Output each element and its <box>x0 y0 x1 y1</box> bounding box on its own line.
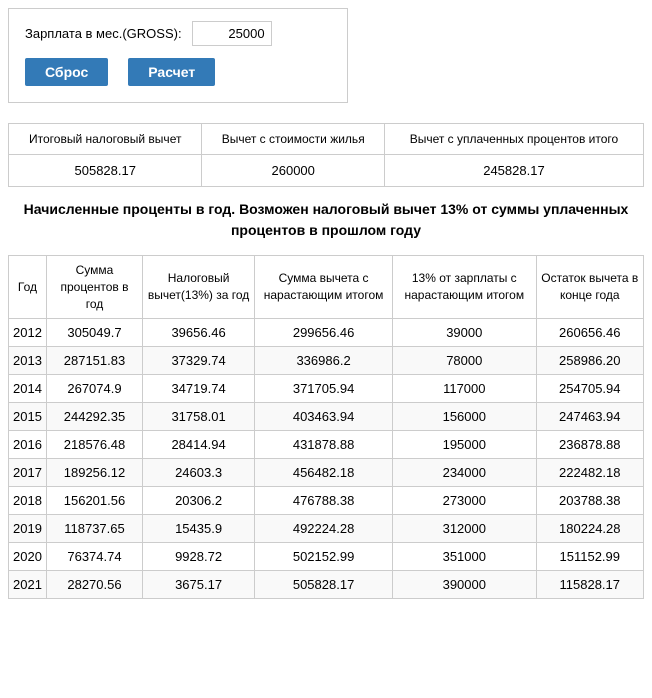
btn-row: Сброс Расчет <box>25 58 331 86</box>
table-row: 2015244292.3531758.01403463.941560002474… <box>9 403 644 431</box>
table-cell: 305049.7 <box>46 319 142 347</box>
table-cell: 156201.56 <box>46 487 142 515</box>
salary-label: Зарплата в мес.(GROSS): <box>25 26 182 41</box>
summary-data-row: 505828.17 260000 245828.17 <box>9 155 644 187</box>
table-cell: 502152.99 <box>255 543 393 571</box>
table-cell: 2019 <box>9 515 47 543</box>
table-cell: 371705.94 <box>255 375 393 403</box>
table-cell: 156000 <box>393 403 537 431</box>
table-cell: 180224.28 <box>536 515 643 543</box>
salary-row: Зарплата в мес.(GROSS): <box>25 21 331 46</box>
main-table: Год Сумма процентов в год Налоговый выче… <box>8 255 644 599</box>
col-header-sum-percent: Сумма процентов в год <box>46 256 142 319</box>
table-row: 2012305049.739656.46299656.4639000260656… <box>9 319 644 347</box>
summary-value-2: 260000 <box>202 155 384 187</box>
table-cell: 236878.88 <box>536 431 643 459</box>
top-section: Зарплата в мес.(GROSS): Сброс Расчет <box>8 8 348 103</box>
table-cell: 247463.94 <box>536 403 643 431</box>
table-cell: 115828.17 <box>536 571 643 599</box>
table-cell: 299656.46 <box>255 319 393 347</box>
table-cell: 476788.38 <box>255 487 393 515</box>
table-cell: 24603.3 <box>143 459 255 487</box>
table-cell: 258986.20 <box>536 347 643 375</box>
table-row: 2013287151.8337329.74336986.278000258986… <box>9 347 644 375</box>
table-cell: 39000 <box>393 319 537 347</box>
table-row: 2017189256.1224603.3456482.1823400022248… <box>9 459 644 487</box>
table-cell: 273000 <box>393 487 537 515</box>
table-cell: 78000 <box>393 347 537 375</box>
salary-input[interactable] <box>192 21 272 46</box>
table-cell: 28270.56 <box>46 571 142 599</box>
table-cell: 244292.35 <box>46 403 142 431</box>
table-cell: 118737.65 <box>46 515 142 543</box>
table-cell: 351000 <box>393 543 537 571</box>
table-cell: 9928.72 <box>143 543 255 571</box>
table-cell: 34719.74 <box>143 375 255 403</box>
calc-button[interactable]: Расчет <box>128 58 215 86</box>
table-row: 2016218576.4828414.94431878.881950002368… <box>9 431 644 459</box>
col-header-13pct-salary: 13% от зарплаты с нарастающим итогом <box>393 256 537 319</box>
table-cell: 3675.17 <box>143 571 255 599</box>
summary-header-row: Итоговый налоговый вычет Вычет с стоимос… <box>9 124 644 155</box>
reset-button[interactable]: Сброс <box>25 58 108 86</box>
table-cell: 189256.12 <box>46 459 142 487</box>
table-cell: 222482.18 <box>536 459 643 487</box>
summary-header-2: Вычет с стоимости жилья <box>202 124 384 155</box>
table-cell: 390000 <box>393 571 537 599</box>
col-header-cumul-deduct: Сумма вычета с нарастающим итогом <box>255 256 393 319</box>
summary-value-3: 245828.17 <box>384 155 643 187</box>
summary-value-1: 505828.17 <box>9 155 202 187</box>
table-cell: 2021 <box>9 571 47 599</box>
table-row: 202076374.749928.72502152.99351000151152… <box>9 543 644 571</box>
table-cell: 267074.9 <box>46 375 142 403</box>
table-cell: 2018 <box>9 487 47 515</box>
table-cell: 2020 <box>9 543 47 571</box>
table-cell: 260656.46 <box>536 319 643 347</box>
table-cell: 195000 <box>393 431 537 459</box>
table-cell: 287151.83 <box>46 347 142 375</box>
table-cell: 76374.74 <box>46 543 142 571</box>
summary-table: Итоговый налоговый вычет Вычет с стоимос… <box>8 123 644 187</box>
table-cell: 218576.48 <box>46 431 142 459</box>
table-cell: 2016 <box>9 431 47 459</box>
table-cell: 2014 <box>9 375 47 403</box>
table-cell: 151152.99 <box>536 543 643 571</box>
table-row: 2014267074.934719.74371705.9411700025470… <box>9 375 644 403</box>
table-cell: 456482.18 <box>255 459 393 487</box>
table-cell: 20306.2 <box>143 487 255 515</box>
main-header-row: Год Сумма процентов в год Налоговый выче… <box>9 256 644 319</box>
table-cell: 203788.38 <box>536 487 643 515</box>
table-cell: 2017 <box>9 459 47 487</box>
col-header-year: Год <box>9 256 47 319</box>
col-header-remainder: Остаток вычета в конце года <box>536 256 643 319</box>
table-cell: 37329.74 <box>143 347 255 375</box>
summary-header-3: Вычет с уплаченных процентов итого <box>384 124 643 155</box>
table-cell: 234000 <box>393 459 537 487</box>
table-row: 2019118737.6515435.9492224.2831200018022… <box>9 515 644 543</box>
table-cell: 28414.94 <box>143 431 255 459</box>
main-table-body: 2012305049.739656.46299656.4639000260656… <box>9 319 644 599</box>
table-row: 2018156201.5620306.2476788.3827300020378… <box>9 487 644 515</box>
table-cell: 403463.94 <box>255 403 393 431</box>
table-cell: 254705.94 <box>536 375 643 403</box>
table-cell: 39656.46 <box>143 319 255 347</box>
section-title: Начисленные проценты в год. Возможен нал… <box>8 199 644 241</box>
table-cell: 2015 <box>9 403 47 431</box>
col-header-tax-deduct: Налоговый вычет(13%) за год <box>143 256 255 319</box>
table-cell: 2013 <box>9 347 47 375</box>
table-cell: 2012 <box>9 319 47 347</box>
table-cell: 117000 <box>393 375 537 403</box>
table-cell: 312000 <box>393 515 537 543</box>
table-cell: 15435.9 <box>143 515 255 543</box>
table-cell: 492224.28 <box>255 515 393 543</box>
table-row: 202128270.563675.17505828.17390000115828… <box>9 571 644 599</box>
summary-header-1: Итоговый налоговый вычет <box>9 124 202 155</box>
table-cell: 505828.17 <box>255 571 393 599</box>
table-cell: 31758.01 <box>143 403 255 431</box>
table-cell: 431878.88 <box>255 431 393 459</box>
table-cell: 336986.2 <box>255 347 393 375</box>
